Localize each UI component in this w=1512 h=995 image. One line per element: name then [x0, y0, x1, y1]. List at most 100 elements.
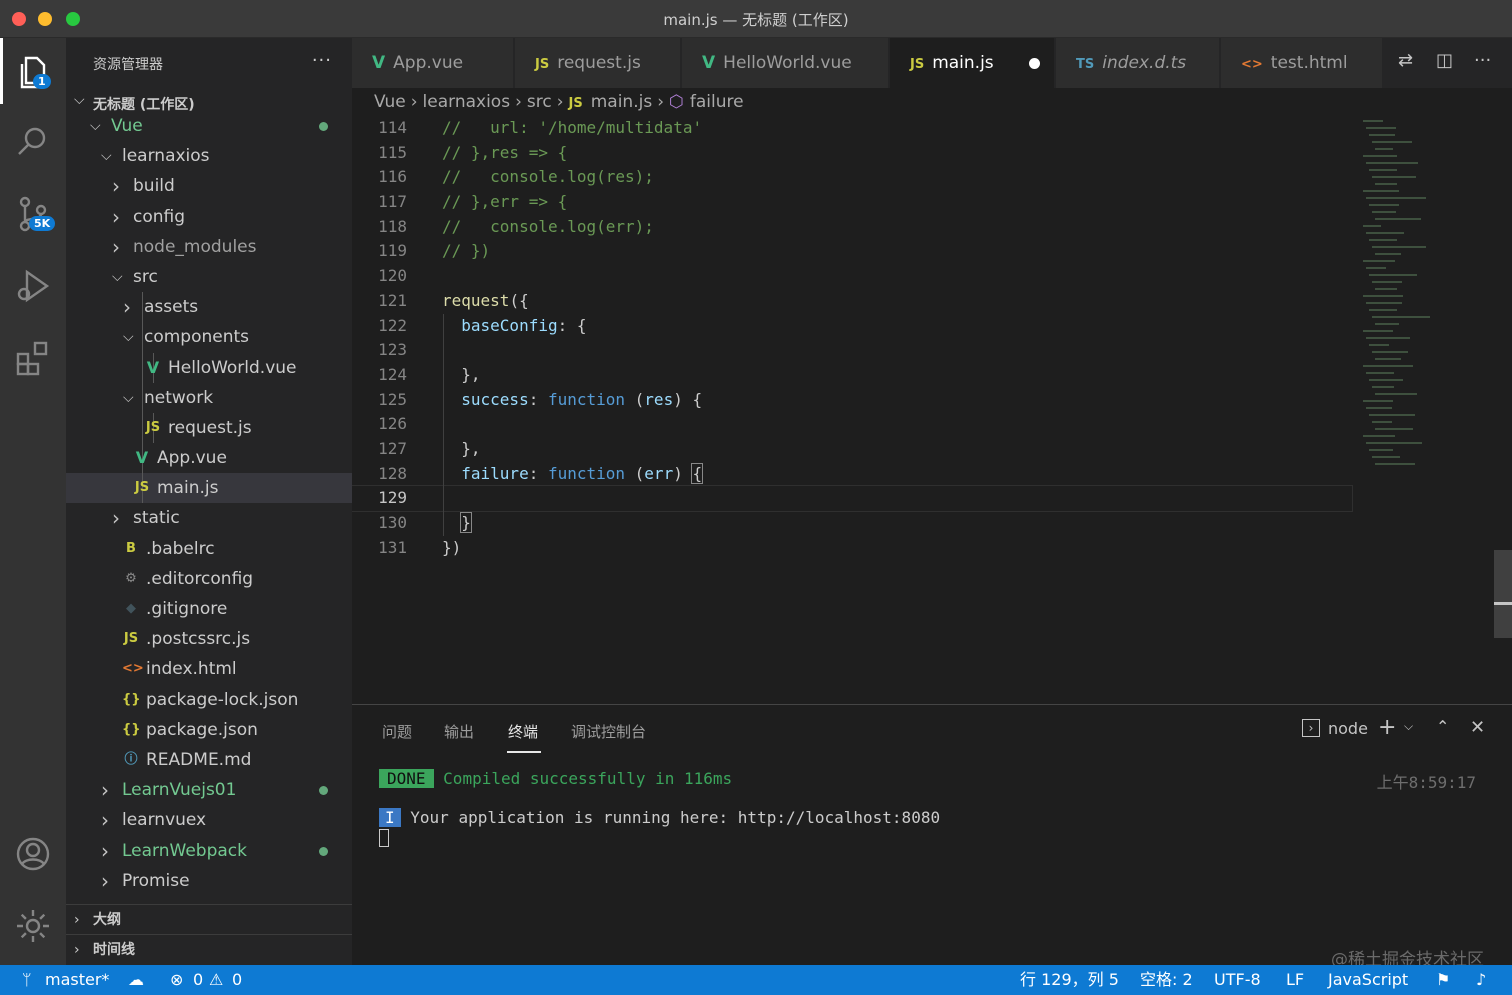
tree-item[interactable]: ◆ .gitignore: [66, 594, 352, 624]
code-line[interactable]: 129: [352, 485, 1353, 512]
tree-item[interactable]: › build: [66, 171, 352, 201]
timeline-section[interactable]: › 时间线: [66, 934, 352, 964]
tab-helloworld-vue[interactable]: V HelloWorld.vue: [682, 38, 889, 88]
tree-item[interactable]: ⌵ Vue: [66, 111, 352, 141]
breadcrumb-item[interactable]: failure: [690, 92, 744, 112]
tree-item[interactable]: › config: [66, 202, 352, 232]
minimap-line: [1363, 365, 1413, 367]
chevron-right-icon: ›: [74, 912, 80, 928]
indent-guide: [142, 292, 143, 323]
source-control-icon[interactable]: 5K: [13, 194, 56, 234]
indentation[interactable]: 空格: 2: [1140, 965, 1193, 995]
code-line[interactable]: 122 baseConfig: {: [352, 314, 1352, 339]
breadcrumb-item[interactable]: src: [527, 92, 552, 112]
close-panel-icon[interactable]: ✕: [1470, 717, 1485, 738]
code-line[interactable]: 126: [352, 412, 1352, 437]
feedback-icon[interactable]: ⚑: [1436, 965, 1450, 995]
sync-icon[interactable]: ☁: [128, 965, 144, 995]
explorer-icon[interactable]: 1: [13, 52, 53, 92]
add-terminal-icon[interactable]: +: [1378, 715, 1396, 740]
warning-count[interactable]: 0: [232, 965, 242, 995]
tree-item[interactable]: › Promise: [66, 866, 352, 896]
code-line[interactable]: 123: [352, 338, 1352, 363]
tree-item[interactable]: ⌵ components: [66, 322, 352, 353]
tab-test-html[interactable]: <> test.html: [1221, 38, 1383, 88]
breadcrumb-item[interactable]: Vue: [374, 92, 406, 112]
tree-item-label: static: [133, 508, 180, 529]
cursor-position[interactable]: 行 129，列 5: [1020, 965, 1119, 995]
search-icon[interactable]: [13, 122, 53, 162]
breadcrumb-item[interactable]: main.js: [591, 92, 652, 112]
code-line[interactable]: 117 // },err => {: [352, 190, 1352, 215]
tab-main-js[interactable]: JS main.js: [890, 38, 1055, 88]
code-line[interactable]: 124 },: [352, 363, 1352, 388]
code-editor[interactable]: 114 // url: '/home/multidata' 115 // },res …: [352, 116, 1512, 704]
tree-item-label: config: [133, 206, 186, 227]
tree-item[interactable]: ⓘ README.md: [66, 745, 352, 775]
split-editor-icon[interactable]: ◫: [1436, 50, 1453, 71]
tree-item[interactable]: › static: [66, 503, 352, 533]
terminal-name[interactable]: node: [1328, 719, 1368, 738]
tree-item[interactable]: ⌵ learnaxios: [66, 141, 352, 171]
tab-app-vue[interactable]: V App.vue: [352, 38, 514, 88]
accounts-icon[interactable]: [13, 834, 53, 874]
code-line[interactable]: 121 request({: [352, 289, 1352, 314]
git-branch[interactable]: master*: [45, 965, 109, 995]
code-line[interactable]: 130 }: [352, 511, 1352, 536]
tab-terminal[interactable]: 终端: [508, 721, 538, 742]
tree-item[interactable]: V App.vue: [66, 443, 352, 474]
tab-problems[interactable]: 问题: [382, 721, 412, 742]
line-ending[interactable]: LF: [1286, 965, 1304, 995]
tree-item[interactable]: ⌵ src: [66, 262, 352, 292]
outline-section[interactable]: › 大纲: [66, 904, 352, 934]
tree-item[interactable]: › node_modules: [66, 232, 352, 262]
tree-item[interactable]: › assets: [66, 292, 352, 323]
extensions-icon[interactable]: [13, 338, 53, 378]
tree-item[interactable]: › LearnWebpack: [66, 836, 352, 866]
line-number: 122: [378, 315, 407, 335]
more-actions-icon[interactable]: ···: [312, 50, 332, 71]
unsaved-dot-icon[interactable]: [1029, 58, 1040, 69]
code-line[interactable]: 115 // },res => {: [352, 141, 1352, 166]
code-line[interactable]: 119 // }): [352, 239, 1352, 264]
tree-item[interactable]: ⚙ .editorconfig: [66, 564, 352, 594]
tab-index-d-ts[interactable]: TS index.d.ts: [1056, 38, 1220, 88]
tree-item[interactable]: V HelloWorld.vue: [66, 352, 352, 383]
tree-item[interactable]: › learnvuex: [66, 805, 352, 835]
minimap-line: [1375, 428, 1413, 430]
code-line[interactable]: 127 },: [352, 437, 1352, 462]
more-actions-icon[interactable]: ···: [1474, 50, 1491, 71]
vue-icon: V: [135, 448, 149, 468]
tree-item[interactable]: <> index.html: [66, 654, 352, 684]
tree-item[interactable]: › LearnVuejs01: [66, 775, 352, 805]
code-line[interactable]: 120: [352, 264, 1352, 289]
code-line[interactable]: 118 // console.log(err);: [352, 215, 1352, 240]
code-line[interactable]: 131}): [352, 536, 1352, 561]
code-line[interactable]: 128 failure: function (err) {: [352, 462, 1352, 487]
tree-item[interactable]: ⌵ network: [66, 382, 352, 413]
minimap[interactable]: [1355, 116, 1485, 476]
tab-debug-console[interactable]: 调试控制台: [571, 721, 646, 742]
tree-item[interactable]: {} package.json: [66, 715, 352, 745]
notifications-icon[interactable]: ♪: [1476, 965, 1486, 995]
editor-scrollbar[interactable]: [1494, 550, 1512, 638]
tree-item[interactable]: {} package-lock.json: [66, 685, 352, 715]
code-line[interactable]: 125 success: function (res) {: [352, 388, 1352, 413]
tree-item[interactable]: JS .postcssrc.js: [66, 624, 352, 654]
error-count[interactable]: 0: [193, 965, 203, 995]
encoding[interactable]: UTF-8: [1214, 965, 1261, 995]
maximize-panel-icon[interactable]: ⌃: [1436, 717, 1449, 736]
chevron-down-icon[interactable]: ⌵: [1404, 719, 1413, 734]
tree-item[interactable]: JS main.js: [66, 473, 352, 504]
language-mode[interactable]: JavaScript: [1328, 965, 1408, 995]
run-debug-icon[interactable]: [13, 266, 53, 306]
compare-changes-icon[interactable]: ⇄: [1398, 50, 1413, 71]
code-line[interactable]: 116 // console.log(res);: [352, 165, 1352, 190]
breadcrumb-item[interactable]: learnaxios: [423, 92, 511, 112]
tab-output[interactable]: 输出: [444, 721, 474, 742]
code-line[interactable]: 114 // url: '/home/multidata': [352, 116, 1352, 141]
settings-gear-icon[interactable]: [13, 906, 53, 946]
tree-item[interactable]: JS request.js: [66, 412, 352, 444]
tree-item[interactable]: B .babelrc: [66, 534, 352, 564]
tab-request-js[interactable]: JS request.js: [515, 38, 681, 88]
